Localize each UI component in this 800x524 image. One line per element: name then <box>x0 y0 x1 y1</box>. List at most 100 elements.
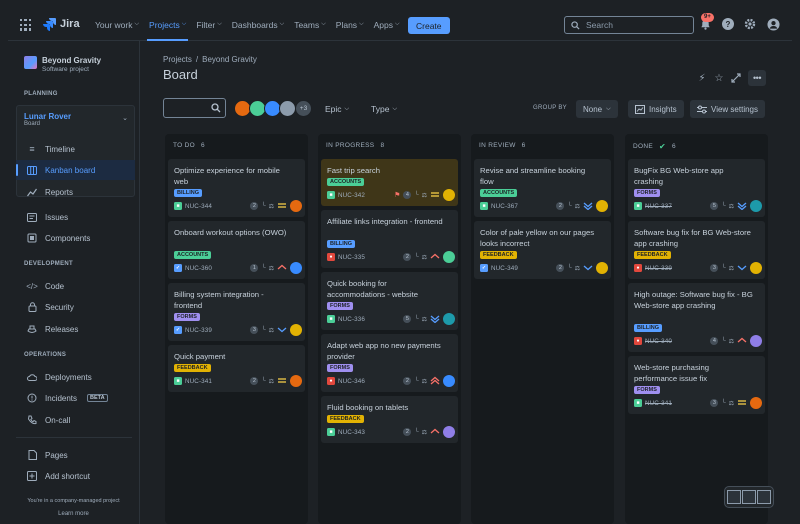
dropdown-label: Epic <box>325 104 342 114</box>
issue-card[interactable]: Onboard workout options (OWO) ACCOUNTS ✓ NU… <box>168 221 305 279</box>
group-by-dropdown[interactable]: None ⌵ <box>576 100 618 118</box>
jira-logo[interactable]: Jira <box>42 17 80 31</box>
issue-key[interactable]: NUC-344 <box>185 203 212 210</box>
assignee-avatar[interactable] <box>443 251 455 263</box>
avatar[interactable] <box>279 100 296 117</box>
issue-card[interactable]: Quick booking for accommodations - websi… <box>321 272 458 330</box>
project-avatar <box>24 56 37 69</box>
issue-key[interactable]: NUC-337 <box>645 203 672 210</box>
issue-key[interactable]: NUC-360 <box>185 265 212 272</box>
assignee-avatar[interactable] <box>750 200 762 212</box>
more-actions-button[interactable]: ••• <box>748 70 766 86</box>
sidebar-item-issues[interactable]: Issues <box>24 207 136 227</box>
sidebar-item-security[interactable]: Security <box>24 297 136 317</box>
label-badge: BILLING <box>174 189 202 197</box>
view-settings-button[interactable]: View settings <box>690 100 765 118</box>
issue-meta-right: 5 └ ⚖ <box>403 313 455 325</box>
profile-avatar-icon[interactable] <box>766 17 780 31</box>
more-avatars-button[interactable]: +3 <box>295 100 312 117</box>
issue-card[interactable]: BugFix BG Web-store app crashing FORMS ■ NU… <box>628 159 765 217</box>
assignee-avatar[interactable] <box>596 200 608 212</box>
nav-item-filter[interactable]: Filter ⌵ <box>191 8 226 41</box>
issue-key[interactable]: NUC-367 <box>491 203 518 210</box>
issue-card[interactable]: Optimize experience for mobile web BILLIN… <box>168 159 305 217</box>
issue-key[interactable]: NUC-349 <box>491 265 518 272</box>
type-filter-dropdown[interactable]: Type ⌵ <box>371 101 397 117</box>
assignee-avatar[interactable] <box>443 426 455 438</box>
nav-item-projects[interactable]: Projects ⌵ <box>144 8 191 41</box>
nav-item-apps[interactable]: Apps ⌵ <box>369 8 405 41</box>
issue-key[interactable]: NUC-340 <box>645 338 672 345</box>
assignee-avatar[interactable] <box>750 397 762 409</box>
subtask-branch-icon: └ <box>721 400 726 406</box>
issue-key[interactable]: NUC-335 <box>338 254 365 261</box>
assignee-avatar[interactable] <box>290 324 302 336</box>
issue-key[interactable]: NUC-341 <box>645 400 672 407</box>
sidebar-item-pages[interactable]: Pages <box>24 445 136 465</box>
nav-item-plans[interactable]: Plans ⌵ <box>331 8 369 41</box>
issue-card[interactable]: Quick payment FEEDBACK ■ NUC-341 2 └ ⚖ <box>168 345 305 392</box>
assignee-avatar[interactable] <box>750 262 762 274</box>
automation-lightning-icon[interactable]: ⚡︎ <box>696 72 708 84</box>
subtask-branch-icon: └ <box>414 254 419 260</box>
sidebar-item-kanban-board[interactable]: Kanban board <box>16 160 135 180</box>
nav-item-teams[interactable]: Teams ⌵ <box>289 8 331 41</box>
issue-key[interactable]: NUC-339 <box>185 327 212 334</box>
assignee-avatar[interactable] <box>596 262 608 274</box>
assignee-avatar[interactable] <box>290 200 302 212</box>
issue-card[interactable]: Adapt web app no new payments provider FO… <box>321 334 458 392</box>
sidebar-item-deployments[interactable]: Deployments <box>24 367 136 387</box>
assignee-avatar[interactable] <box>290 262 302 274</box>
app-switcher-icon[interactable] <box>20 19 32 31</box>
sidebar-item-timeline[interactable]: ≡ Timeline <box>24 139 136 159</box>
issue-card[interactable]: Software bug fix for BG Web-store app cr… <box>628 221 765 279</box>
issue-key[interactable]: NUC-346 <box>338 378 365 385</box>
issue-card[interactable]: Affiliate links integration - frontend BI… <box>321 210 458 268</box>
breadcrumb-projects[interactable]: Projects <box>163 55 192 64</box>
insights-button[interactable]: Insights <box>628 100 684 118</box>
assignee-avatar[interactable] <box>290 375 302 387</box>
breadcrumb-project[interactable]: Beyond Gravity <box>202 55 257 64</box>
learn-more-link[interactable]: Learn more <box>8 511 139 517</box>
assignee-avatar[interactable] <box>443 375 455 387</box>
assignee-avatar[interactable] <box>443 189 455 201</box>
assignee-avatar[interactable] <box>750 335 762 347</box>
issue-key[interactable]: NUC-343 <box>338 429 365 436</box>
issue-card[interactable]: High outage: Software bug fix - BG Web-s… <box>628 283 765 352</box>
fullscreen-expand-icon[interactable] <box>730 72 742 84</box>
sidebar-item-on-call[interactable]: On-call <box>24 410 136 430</box>
help-icon[interactable]: ? <box>721 17 735 31</box>
bug-type-icon: ● <box>634 337 642 345</box>
issue-key[interactable]: NUC-336 <box>338 316 365 323</box>
issue-key[interactable]: NUC-339 <box>645 265 672 272</box>
epic-filter-dropdown[interactable]: Epic ⌵ <box>325 101 349 117</box>
issue-key[interactable]: NUC-342 <box>338 192 365 199</box>
issue-meta-right: 2 └ ⚖ <box>403 426 455 438</box>
sidebar-item-reports[interactable]: Reports <box>24 182 136 202</box>
issue-card[interactable]: Revise and streamline booking flow ACCOUN… <box>474 159 611 217</box>
sidebar-item-add-shortcut[interactable]: Add shortcut <box>24 466 136 486</box>
board-search-input[interactable] <box>163 98 226 118</box>
global-search-input[interactable]: Search <box>564 16 694 34</box>
chevron-down-icon[interactable]: ⌄ <box>122 114 128 122</box>
issue-card[interactable]: Color of pale yellow on our pages looks … <box>474 221 611 279</box>
subtask-branch-icon: └ <box>261 203 266 209</box>
sidebar-item-code[interactable]: </> Code <box>24 276 136 296</box>
assignee-avatar[interactable] <box>443 313 455 325</box>
story-type-icon: ■ <box>327 191 335 199</box>
issue-card[interactable]: Billing system integration - frontend FOR… <box>168 283 305 341</box>
board-widget-toggle[interactable] <box>724 486 774 508</box>
create-button[interactable]: Create <box>408 17 450 34</box>
project-header[interactable]: Beyond Gravity Software project <box>24 56 101 73</box>
sidebar-item-components[interactable]: Components <box>24 228 136 248</box>
issue-card[interactable]: Fluid booking on tablets FEEDBACK ■ NUC-343… <box>321 396 458 443</box>
issue-key[interactable]: NUC-341 <box>185 378 212 385</box>
nav-item-your-work[interactable]: Your work ⌵ <box>90 8 144 41</box>
star-icon[interactable]: ☆ <box>713 72 725 84</box>
settings-gear-icon[interactable] <box>743 17 757 31</box>
nav-item-dashboards[interactable]: Dashboards ⌵ <box>227 8 289 41</box>
sidebar-item-releases[interactable]: Releases <box>24 319 136 339</box>
issue-card[interactable]: Web-store purchasing performance issue f… <box>628 356 765 414</box>
sidebar-item-incidents[interactable]: Incidents BETA <box>24 388 136 408</box>
issue-card[interactable]: Fast trip search ACCOUNTS ■ NUC-342 ⚑ 4 └ ⚖ <box>321 159 458 206</box>
